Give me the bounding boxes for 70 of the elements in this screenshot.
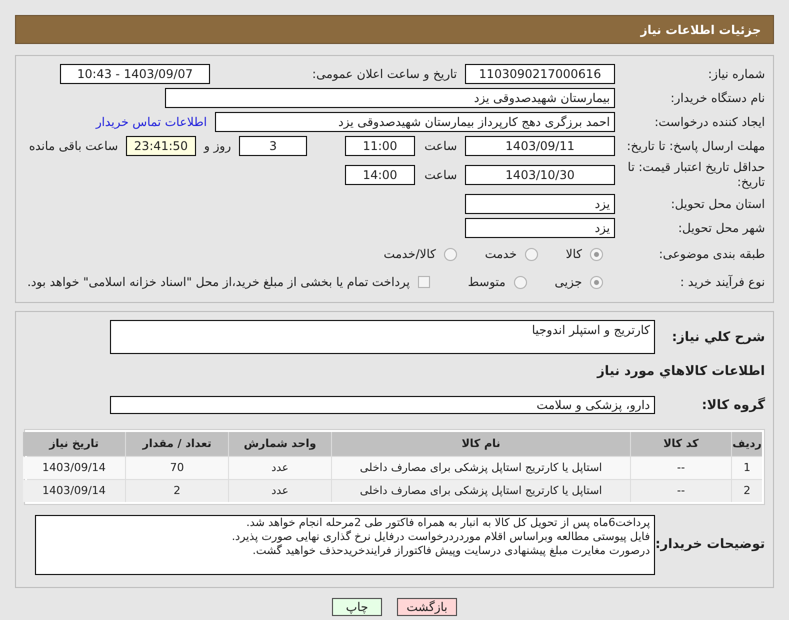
field-label: شهر محل تحویل: xyxy=(677,220,765,236)
column-header: تعداد / مقدار xyxy=(126,432,228,456)
field-label: روز و xyxy=(202,138,232,154)
radio-button[interactable] xyxy=(444,248,457,260)
field-label: ساعت باقی مانده xyxy=(28,138,119,154)
table-cell: 70 xyxy=(126,457,228,479)
field-label: تاریخ و ساعت اعلان عمومی: xyxy=(311,66,458,82)
notes-textarea[interactable] xyxy=(35,515,655,575)
column-header: ردیف xyxy=(732,432,762,456)
table-cell: عدد xyxy=(229,457,331,479)
radio-label: جزیی xyxy=(554,274,582,291)
field-value: 14:00 xyxy=(345,165,415,185)
field-label: نوع فرآیند خرید : xyxy=(679,274,765,290)
table-cell: 1403/09/14 xyxy=(23,457,125,479)
checkbox-label: پرداخت تمام یا بخشی از مبلغ خرید،از محل "اسناد خزانه اسلامی" خواهد بود. xyxy=(27,274,410,291)
radio-button[interactable] xyxy=(590,248,603,260)
field-label: ساعت xyxy=(423,168,458,182)
field-value: یزد xyxy=(465,218,615,238)
notes-line: فایل پیوستی مطالعه وبراساس اقلام موردردرخواست درفایل نرخ گذاری نهایی صورت پذیرد. xyxy=(230,530,650,544)
field-label: نام دستگاه خریدار: xyxy=(670,90,765,106)
print-button[interactable]: چاپ xyxy=(332,598,382,616)
table-cell: 2 xyxy=(126,480,228,502)
back-button[interactable]: بازگشت xyxy=(397,598,457,616)
notes-label: توضیحات خریدار: xyxy=(655,536,765,554)
column-header: تاریخ نیاز xyxy=(23,432,125,456)
radio-label: متوسط xyxy=(468,274,506,291)
goods-group-field: دارو، پزشکی و سلامت xyxy=(110,396,655,414)
column-header: کد کالا xyxy=(631,432,731,456)
table-cell: استاپل یا کارتریج استاپل پزشکی برای مصارف داخلی xyxy=(332,480,630,502)
table-cell: 2 xyxy=(732,480,762,502)
column-header: نام کالا xyxy=(332,432,630,456)
field-value: 1403/10/30 xyxy=(465,165,615,185)
table-cell: -- xyxy=(631,480,731,502)
table-cell: استاپل یا کارتریج استاپل پزشکی برای مصارف داخلی xyxy=(332,457,630,479)
radio-label: کالا xyxy=(566,246,582,263)
table-cell: 1 xyxy=(732,457,762,479)
section-title: اطلاعات کالاهاي مورد نياز xyxy=(596,363,765,381)
field-value: یزد xyxy=(465,194,615,214)
field-value: بیمارستان شهیدصدوقی یزد xyxy=(165,88,615,108)
field-value: 1103090217000616 xyxy=(465,64,615,84)
table-cell: 1403/09/14 xyxy=(23,480,125,502)
field-label: استان محل تحویل: xyxy=(670,196,765,212)
notes-line: درصورت مغایرت مبلغ پیشنهادی درسایت وپیش فاکتوراز فرایندخریدحذف خواهید گشت. xyxy=(252,544,650,558)
field-value: 11:00 xyxy=(345,136,415,156)
header-bar: جزئیات اطلاعات نیاز xyxy=(15,15,774,44)
field-value: احمد برزگری دهج کارپرداز بیمارستان شهیدصدوقی یزد xyxy=(215,112,615,132)
table-cell: عدد xyxy=(229,480,331,502)
radio-button[interactable] xyxy=(514,276,527,288)
goods-group-label: گروه کالا: xyxy=(700,396,765,414)
field-value: 1403/09/11 xyxy=(465,136,615,156)
field-label: شماره نیاز: xyxy=(707,66,765,82)
contact-link[interactable]: اطلاعات تماس خریدار xyxy=(96,113,207,131)
radio-label: کالا/خدمت xyxy=(384,246,436,263)
column-header: واحد شمارش xyxy=(229,432,331,456)
checkbox[interactable] xyxy=(418,276,430,288)
radio-button[interactable] xyxy=(524,248,538,260)
field-label: حداقل تاریخ اعتبار قیمت: تا تاریخ: xyxy=(626,160,765,190)
radio-label: خدمت xyxy=(484,246,517,263)
notes-line: پرداخت6ماه پس از تحویل کل کالا به انبار به همراه فاکتور طی 2مرحله انجام خواهد شد. xyxy=(245,516,650,530)
field-label: طبقه بندی موضوعی: xyxy=(658,246,765,262)
field-value: 3 xyxy=(239,136,307,156)
table-cell: -- xyxy=(631,457,731,479)
field-label: ساعت xyxy=(423,138,458,154)
summary-textarea[interactable]: کارتریج و استپلر اندوجیا xyxy=(110,320,655,354)
field-label: مهلت ارسال پاسخ: تا تاریخ: xyxy=(626,138,765,154)
field-label: ایجاد کننده درخواست: xyxy=(653,114,765,130)
radio-button[interactable] xyxy=(590,276,603,288)
field-value: 1403/09/07 - 10:43 xyxy=(60,64,210,84)
summary-label: شرح کلي نياز: xyxy=(670,329,765,347)
field-value: 23:41:50 xyxy=(126,136,196,156)
